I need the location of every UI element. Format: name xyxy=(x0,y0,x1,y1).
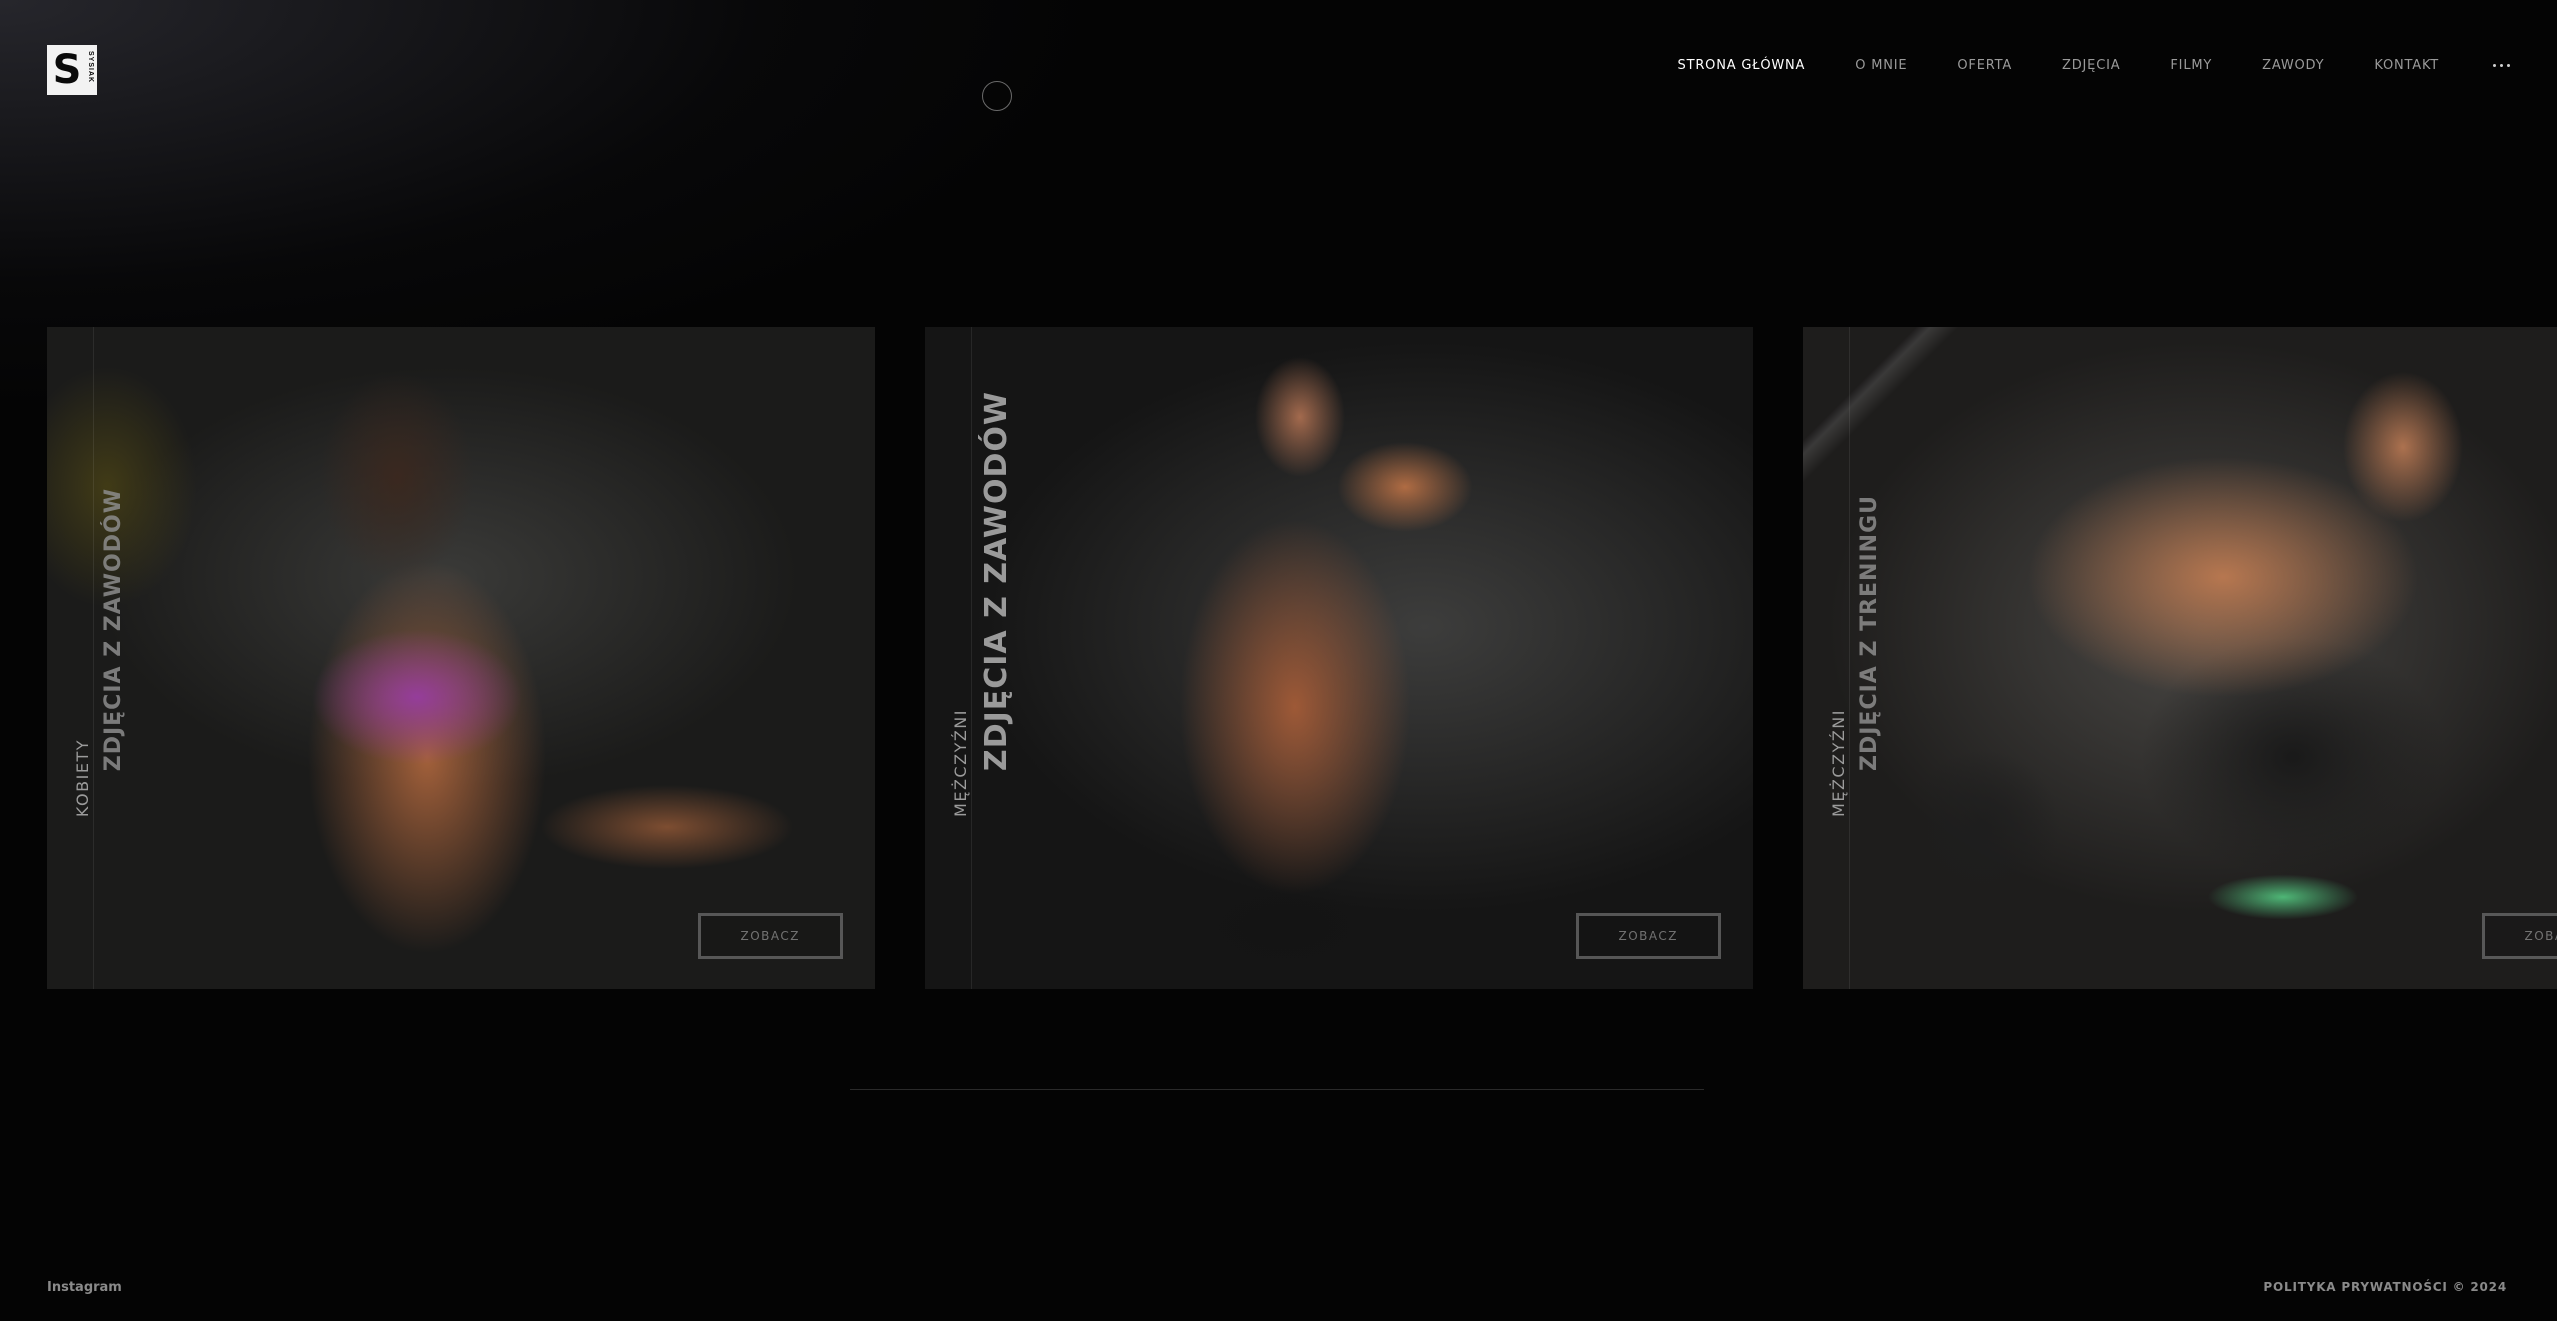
nav-item-about[interactable]: O MNIE xyxy=(1855,58,1907,73)
ellipsis-icon[interactable] xyxy=(2493,58,2510,73)
privacy-copyright[interactable]: POLITYKA PRYWATNOŚCI © 2024 xyxy=(2263,1280,2507,1294)
instagram-link[interactable]: Instagram xyxy=(47,1280,122,1295)
slider-progress-line xyxy=(850,1089,1704,1090)
card-divider xyxy=(1849,327,1850,989)
gallery-card-men-competition[interactable]: MĘŻCZYŹNI ZDJĘCIA Z ZAWODÓW ZOBACZ xyxy=(925,327,1753,989)
card-photo xyxy=(47,327,875,989)
card-photo xyxy=(1803,327,2557,989)
nav-item-competitions[interactable]: ZAWODY xyxy=(2262,58,2324,73)
card-view-button[interactable]: ZOBACZ xyxy=(697,913,843,959)
card-title: ZDJĘCIA Z ZAWODÓW xyxy=(979,390,1014,771)
card-divider xyxy=(93,327,94,989)
nav-item-contact[interactable]: KONTAKT xyxy=(2374,58,2439,73)
card-title: ZDJĘCIA Z ZAWODÓW xyxy=(101,487,126,771)
gallery-card-men-training[interactable]: MĘŻCZYŹNI ZDJĘCIA Z TRENINGU ZOBACZ xyxy=(1803,327,2557,989)
card-view-button[interactable]: ZOBACZ xyxy=(1575,913,1721,959)
nav-item-home[interactable]: STRONA GŁÓWNA xyxy=(1678,58,1806,73)
page: S SYSIAK STRONA GŁÓWNA O MNIE OFERTA ZDJ… xyxy=(0,0,2557,1321)
card-category: KOBIETY xyxy=(73,738,92,817)
site-logo[interactable]: S SYSIAK xyxy=(47,45,97,95)
card-title: ZDJĘCIA Z TRENINGU xyxy=(1857,495,1882,771)
nav-item-photos[interactable]: ZDJĘCIA xyxy=(2062,58,2120,73)
main-nav: STRONA GŁÓWNA O MNIE OFERTA ZDJĘCIA FILM… xyxy=(1628,58,2510,73)
card-divider xyxy=(971,327,972,989)
card-category: MĘŻCZYŹNI xyxy=(951,709,970,817)
cursor-circle-icon xyxy=(982,81,1012,111)
logo-subtext: SYSIAK xyxy=(87,51,94,84)
gallery-card-women[interactable]: KOBIETY ZDJĘCIA Z ZAWODÓW ZOBACZ xyxy=(47,327,875,989)
card-photo xyxy=(925,327,1753,989)
nav-item-offer[interactable]: OFERTA xyxy=(1957,58,2012,73)
nav-item-films[interactable]: FILMY xyxy=(2170,58,2212,73)
card-view-button[interactable]: ZOBACZ xyxy=(2481,913,2557,959)
logo-letter: S xyxy=(52,47,82,93)
card-category: MĘŻCZYŹNI xyxy=(1829,709,1848,817)
